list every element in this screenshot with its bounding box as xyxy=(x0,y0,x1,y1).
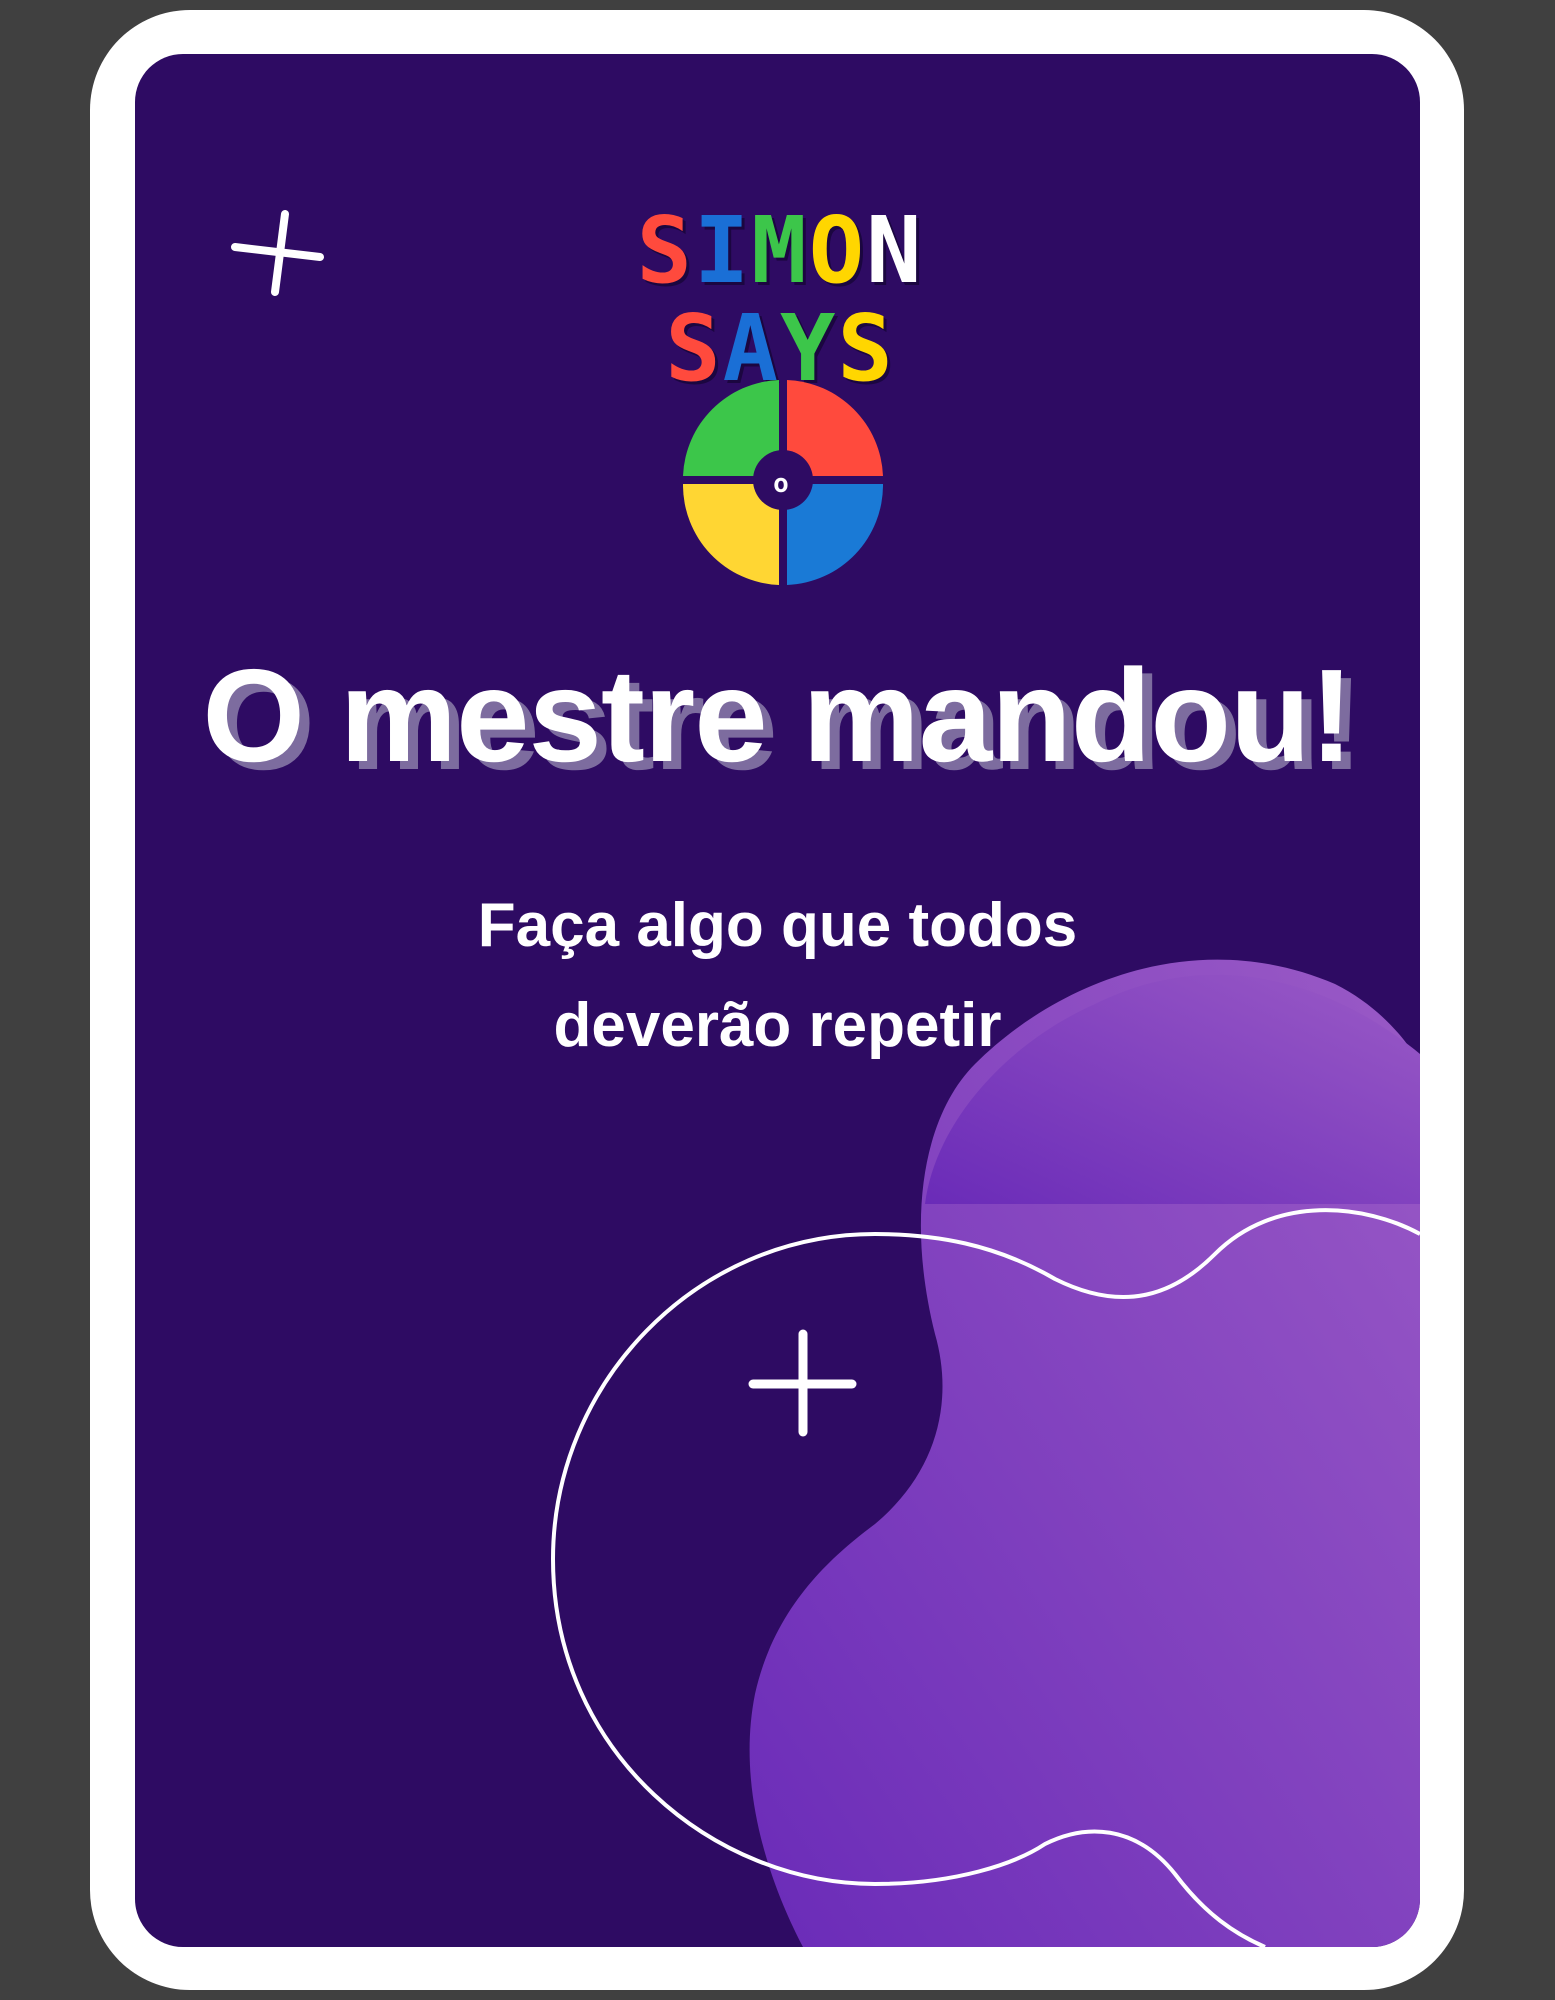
simon-letter-0: S xyxy=(636,197,694,304)
simon-letter-2: M xyxy=(751,197,809,304)
instruction-line-1: Faça algo que todos xyxy=(477,891,1078,960)
simon-letter-3: O xyxy=(808,197,867,304)
wheel-center-label: o xyxy=(773,469,789,499)
instruction-line-2: deverão repetir xyxy=(553,991,1002,1060)
card-title: O mestre mandou! xyxy=(202,642,1353,789)
sparkle-plus-icon xyxy=(748,1329,857,1437)
logo-word-simon: SIMON xyxy=(575,205,985,297)
simon-says-logo: SIMON SAYS o xyxy=(575,205,985,595)
sparkle-plus-icon xyxy=(231,210,324,296)
simon-letter-1: I xyxy=(693,197,752,304)
simon-letter-4: N xyxy=(866,197,924,304)
